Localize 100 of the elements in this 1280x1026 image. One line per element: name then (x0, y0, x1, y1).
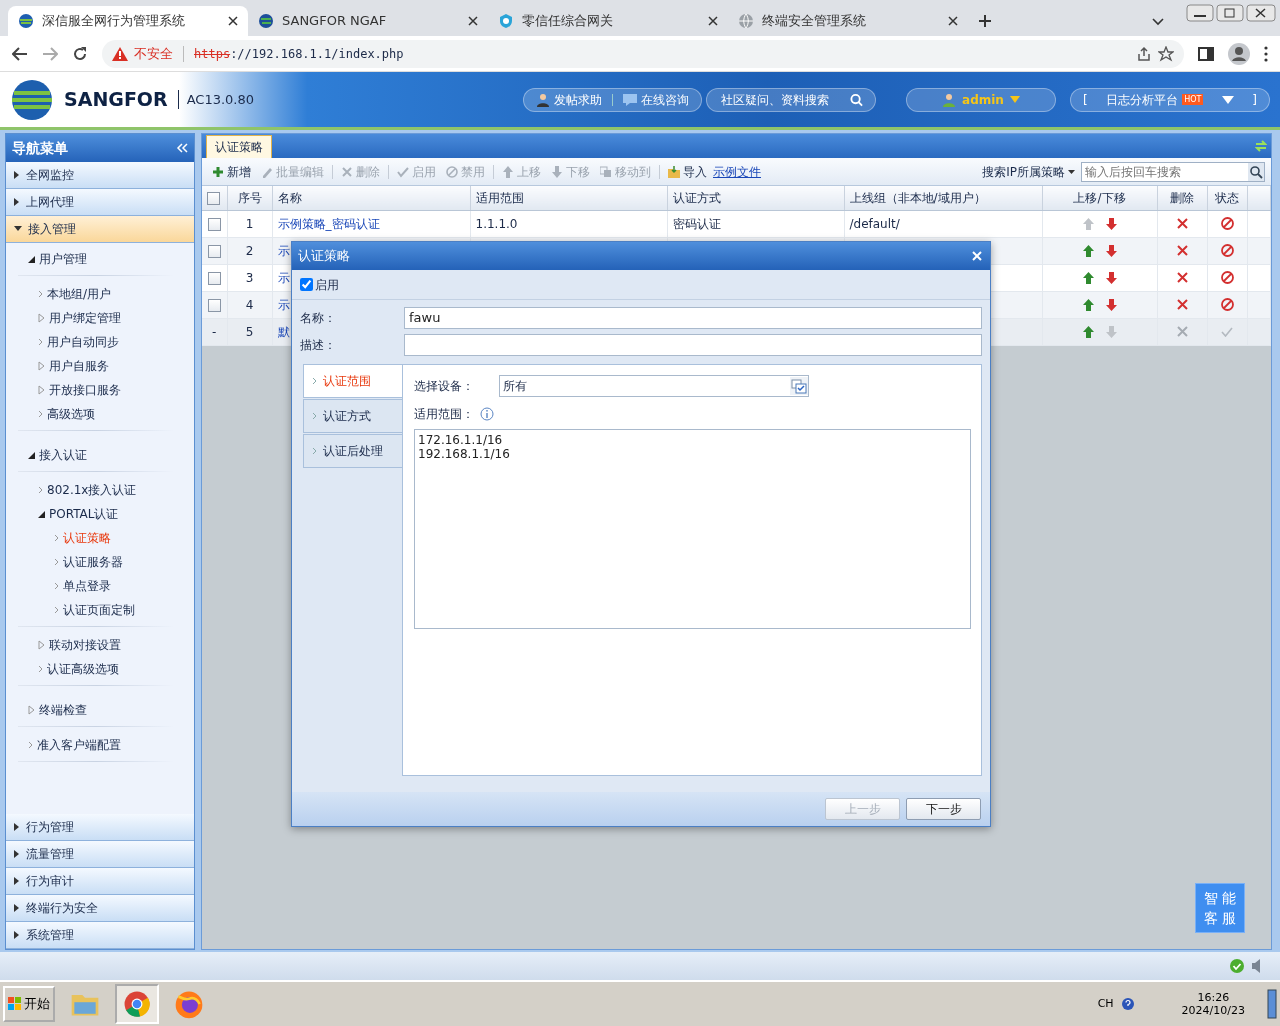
close-icon[interactable] (468, 16, 478, 26)
tree-item[interactable]: 开放接口服务 (6, 378, 194, 402)
close-icon[interactable] (948, 16, 958, 26)
toolbar-button[interactable]: 新增 (208, 162, 255, 181)
close-icon[interactable] (228, 16, 238, 26)
search-scope-dropdown[interactable]: 搜索IP所属策略 (978, 162, 1079, 181)
delete-icon[interactable] (1176, 218, 1188, 229)
ban-icon[interactable] (1220, 217, 1234, 230)
sidebar-section[interactable]: 行为管理 (6, 814, 194, 841)
tree-item[interactable]: 单点登录 (6, 574, 194, 598)
tree-item[interactable]: 认证高级选项 (6, 657, 194, 681)
star-icon[interactable] (1158, 45, 1174, 62)
tree-item[interactable]: 接入认证 (6, 443, 194, 467)
tree-item[interactable]: 认证服务器 (6, 550, 194, 574)
chevron-down-icon[interactable] (1152, 18, 1164, 26)
header-link[interactable]: 在线咨询 (623, 90, 689, 109)
tree-item[interactable]: 用户管理 (6, 247, 194, 271)
tree-item[interactable]: 终端检查 (6, 698, 194, 722)
ban-icon[interactable] (1220, 298, 1234, 311)
speaker-icon[interactable] (1252, 959, 1262, 973)
scope-textarea[interactable]: 172.16.1.1/16 192.168.1.1/16 (414, 429, 971, 629)
arrow-up-icon[interactable] (1082, 271, 1094, 284)
start-button[interactable]: 开始 (3, 986, 55, 1022)
check-icon[interactable] (1221, 326, 1233, 337)
sidebar-section[interactable]: 上网代理 (6, 189, 194, 216)
sidebar-icon[interactable] (1198, 46, 1214, 61)
tree-item[interactable]: 用户绑定管理 (6, 306, 194, 330)
browser-tab[interactable]: 深信服全网行为管理系统 (8, 6, 248, 36)
refresh-icon[interactable] (1255, 140, 1267, 152)
side-tab[interactable]: 认证范围 (303, 364, 402, 398)
language-indicator[interactable]: CH (1097, 995, 1114, 1013)
sidebar-section[interactable]: 流量管理 (6, 841, 194, 868)
side-tab[interactable]: 认证方式 (303, 399, 402, 433)
ban-icon[interactable] (1220, 244, 1234, 257)
browser-tab[interactable]: SANGFOR NGAF (248, 6, 488, 36)
toolbar-button[interactable]: 导入 (664, 162, 711, 181)
back-icon[interactable] (12, 46, 28, 61)
tree-item[interactable]: 高级选项 (6, 402, 194, 426)
help-icon[interactable] (1121, 998, 1134, 1010)
tree-item[interactable]: 认证页面定制 (6, 598, 194, 622)
arrow-down-icon[interactable] (1105, 271, 1117, 284)
header-link[interactable]: 发帖求助 (536, 90, 602, 109)
tree-item[interactable]: 用户自服务 (6, 354, 194, 378)
arrow-up-icon[interactable] (1082, 325, 1094, 338)
arrow-down-icon[interactable] (1105, 244, 1117, 257)
tree-item[interactable]: 联动对接设置 (6, 633, 194, 657)
taskbar-app[interactable] (115, 984, 159, 1024)
new-tab-icon[interactable] (978, 14, 992, 28)
address-bar[interactable]: 不安全 https://192.168.1.1/index.php (102, 39, 1184, 68)
delete-icon[interactable] (1176, 272, 1188, 283)
enable-checkbox[interactable] (300, 278, 313, 291)
search-icon[interactable] (1248, 162, 1264, 181)
reload-icon[interactable] (72, 45, 88, 62)
share-icon[interactable] (1136, 45, 1152, 62)
tree-item[interactable]: 用户自动同步 (6, 330, 194, 354)
ban-icon (446, 165, 458, 178)
device-select[interactable]: 所有 (499, 375, 809, 397)
sidebar-section[interactable]: 系统管理 (6, 922, 194, 949)
row-checkbox[interactable] (207, 217, 221, 231)
search-box[interactable]: 输入后按回车搜索 (1081, 161, 1265, 182)
side-tab[interactable]: 认证后处理 (303, 434, 402, 468)
log-platform-menu[interactable]: [ 日志分析平台 HOT ] (1070, 87, 1270, 112)
security-label: 不安全 (134, 44, 173, 63)
tree-item[interactable]: 认证策略 (6, 526, 194, 550)
sidebar-section[interactable]: 行为审计 (6, 868, 194, 895)
browser-tab[interactable]: 终端安全管理系统 (728, 6, 968, 36)
input-field[interactable]: fawu (404, 306, 982, 329)
select-all-checkbox[interactable] (207, 191, 220, 205)
tree-item[interactable]: PORTAL认证 (6, 502, 194, 526)
arrow-up-icon[interactable] (1082, 298, 1094, 311)
delete-icon[interactable] (1176, 299, 1188, 310)
browser-tab[interactable]: 零信任综合网关 (488, 6, 728, 36)
more-icon[interactable] (1264, 45, 1268, 62)
arrow-up-icon[interactable] (1082, 244, 1094, 257)
sidebar-section[interactable]: 接入管理 (6, 216, 194, 243)
tree-item[interactable]: 准入客户端配置 (6, 733, 194, 757)
row-checkbox[interactable] (207, 271, 221, 285)
sample-file-link[interactable]: 示例文件 (713, 162, 761, 181)
arrow-down-icon[interactable] (1105, 217, 1117, 230)
row-checkbox[interactable] (207, 298, 221, 312)
collapse-icon[interactable] (176, 143, 188, 153)
tree-item[interactable]: 本地组/用户 (6, 282, 194, 306)
window-controls-drawing[interactable] (1186, 4, 1276, 22)
dialog-button[interactable]: 下一步 (906, 798, 981, 820)
input-field[interactable] (404, 333, 982, 356)
tab-title: SANGFOR NGAF (282, 12, 388, 31)
delete-icon[interactable] (1176, 245, 1188, 256)
forward-icon[interactable] (42, 46, 58, 61)
profile-icon[interactable] (1228, 42, 1250, 65)
search-field[interactable]: 社区疑问、资料搜索 (719, 89, 844, 110)
policy-name-link[interactable]: 示例策略_密码认证 (272, 210, 470, 237)
page-tab[interactable]: 认证策略 (206, 135, 272, 158)
arrow-down-icon[interactable] (1105, 298, 1117, 311)
ban-icon[interactable] (1220, 271, 1234, 284)
sidebar-section[interactable]: 终端行为安全 (6, 895, 194, 922)
tree-item[interactable]: 802.1x接入认证 (6, 478, 194, 502)
close-icon[interactable] (708, 16, 718, 26)
row-checkbox[interactable] (207, 244, 221, 258)
info-icon[interactable] (480, 407, 494, 421)
sidebar-section[interactable]: 全网监控 (6, 162, 194, 189)
